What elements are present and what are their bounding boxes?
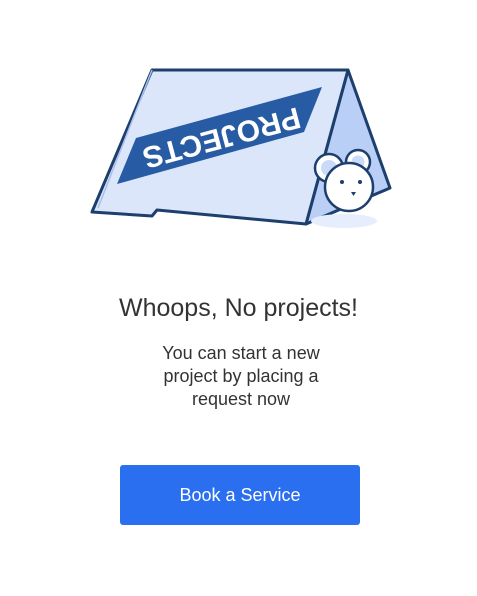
empty-state-title: Whoops, No projects! (119, 294, 358, 322)
projects-sign-graphic: PROJECTS (90, 68, 392, 228)
empty-state-message: You can start a new project by placing a… (162, 343, 320, 409)
book-service-button[interactable]: Book a Service (120, 465, 360, 525)
empty-projects-illustration: PROJECTS (88, 64, 394, 232)
